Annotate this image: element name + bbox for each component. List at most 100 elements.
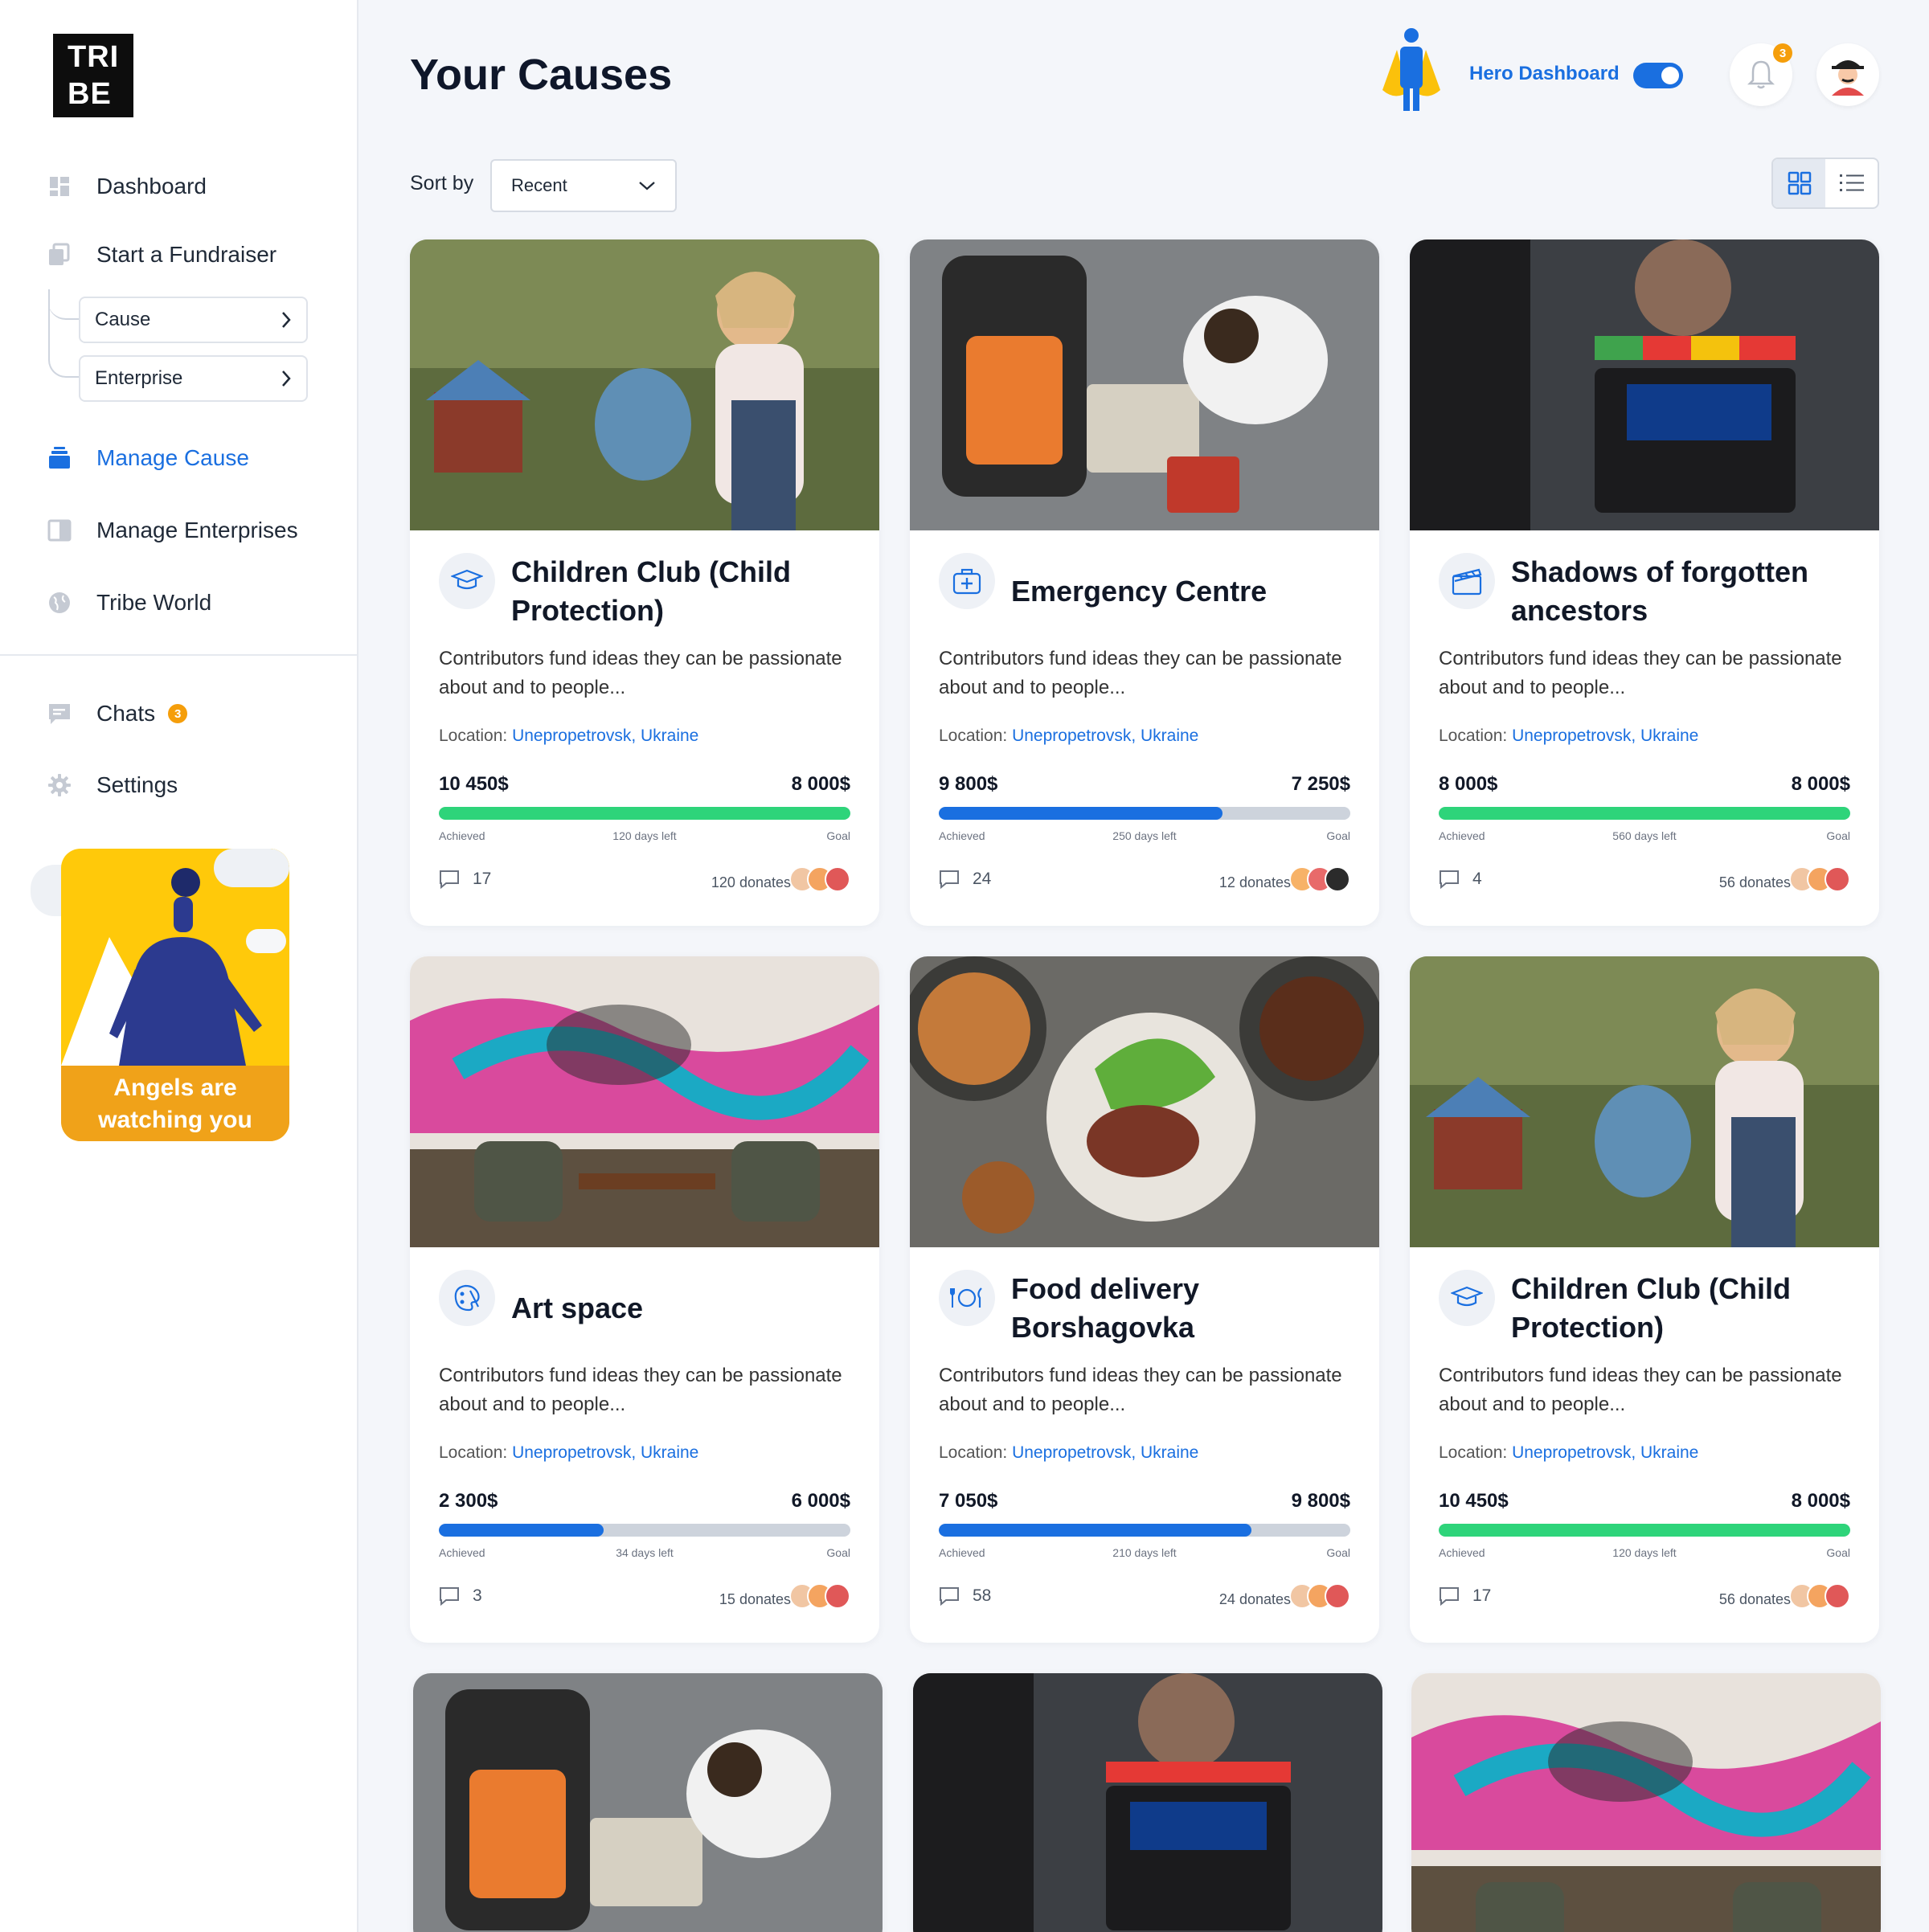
progress-bar (939, 1524, 1350, 1537)
dashboard-icon (47, 174, 72, 199)
location-label: Location: (939, 727, 1008, 745)
card-description: Contributors fund ideas they can be pass… (939, 648, 1342, 698)
card-title[interactable]: Children Club (Child Protection) (1511, 1268, 1857, 1349)
card-title[interactable]: Art space (511, 1268, 857, 1349)
cause-card[interactable]: Emergency Centre Contributors fund ideas … (910, 239, 1379, 926)
tribe-logo[interactable]: TRI BE (53, 34, 133, 117)
card-title[interactable]: Emergency Centre (1011, 551, 1357, 632)
donates-count: 15 donates (719, 1591, 791, 1607)
sidebar-item-dashboard[interactable]: Dashboard (47, 169, 207, 204)
angels-promo-card[interactable]: Angels are watching you (61, 849, 289, 1141)
comment-icon (440, 870, 459, 889)
progress-bar-fill (939, 807, 1223, 820)
card-location: Location: Unepropetrovsk, Ukraine (439, 1443, 698, 1463)
cause-card-partial[interactable] (913, 1673, 1382, 1932)
manage-cause-icon (47, 445, 72, 471)
grid-view-button[interactable] (1773, 159, 1825, 207)
location-label: Location: (1439, 1443, 1508, 1462)
progress-bar-fill (939, 1524, 1252, 1537)
cause-card-partial[interactable] (413, 1673, 883, 1932)
angels-promo-text: Angels are watching you (61, 1066, 289, 1141)
sidebar-item-label: Settings (96, 772, 178, 797)
globe-icon (47, 590, 72, 616)
comments-button[interactable]: 24 (939, 870, 991, 889)
location-link[interactable]: Unepropetrovsk, Ukraine (1012, 1443, 1198, 1462)
comment-icon (940, 1587, 959, 1606)
days-left: 34 days left (616, 1546, 674, 1559)
list-view-button[interactable] (1825, 159, 1878, 207)
card-title[interactable]: Food delivery Borshagovka (1011, 1268, 1357, 1349)
achieved-amount: 8 000$ (1439, 773, 1498, 795)
cause-card-partial[interactable] (1411, 1673, 1881, 1932)
sub-item-label: Cause (95, 309, 151, 330)
card-title[interactable]: Shadows of forgotten ancestors (1511, 551, 1857, 632)
goal-amount: 8 000$ (1791, 1490, 1850, 1512)
progress-bar-fill (439, 1524, 604, 1537)
location-link[interactable]: Unepropetrovsk, Ukraine (512, 1443, 698, 1462)
user-avatar-button[interactable] (1816, 43, 1879, 106)
goal-label: Goal (826, 829, 850, 842)
cause-card[interactable]: Shadows of forgotten ancestors Contributo… (1410, 239, 1879, 926)
logo-line-1: TRI (68, 40, 120, 74)
avatar (1825, 1583, 1850, 1609)
location-label: Location: (939, 1443, 1008, 1462)
progress-bar (439, 807, 850, 820)
comments-button[interactable]: 17 (439, 870, 491, 889)
sub-item-enterprise[interactable]: Enterprise (79, 355, 308, 402)
donates-count: 56 donates (1718, 1591, 1791, 1607)
list-icon (1839, 174, 1864, 191)
location-link[interactable]: Unepropetrovsk, Ukraine (1512, 1443, 1698, 1462)
comments-count: 4 (1472, 870, 1482, 888)
card-location: Location: Unepropetrovsk, Ukraine (1439, 1443, 1698, 1463)
sidebar-item-manage-enterprises[interactable]: Manage Enterprises (47, 513, 298, 548)
cause-card[interactable]: Children Club (Child Protection) Contribu… (1410, 956, 1879, 1643)
cutlery-icon (939, 1270, 995, 1326)
hero-dashboard-toggle[interactable] (1633, 63, 1683, 88)
hero-figure-icon (1382, 28, 1440, 111)
cause-card[interactable]: Children Club (Child Protection) Contribu… (410, 239, 879, 926)
donor-avatars (1789, 1583, 1850, 1609)
progress-bar (1439, 1524, 1850, 1537)
location-link[interactable]: Unepropetrovsk, Ukraine (512, 727, 698, 745)
goal-label: Goal (826, 1546, 850, 1559)
comments-button[interactable]: 17 (1439, 1586, 1491, 1606)
sub-item-cause[interactable]: Cause (79, 297, 308, 343)
comments-button[interactable]: 58 (939, 1586, 991, 1606)
cause-card[interactable]: Food delivery Borshagovka Contributors fu… (910, 956, 1379, 1643)
location-label: Location: (439, 727, 508, 745)
cause-card[interactable]: Art space Contributors fund ideas they ca… (410, 956, 879, 1643)
sort-select-value: Recent (511, 175, 567, 195)
progress-bar-fill (1439, 1524, 1850, 1537)
donates-count: 24 donates (1218, 1591, 1291, 1607)
sidebar-item-settings[interactable]: Settings (47, 767, 178, 803)
achieved-amount: 10 450$ (439, 773, 509, 795)
location-link[interactable]: Unepropetrovsk, Ukraine (1512, 727, 1698, 745)
goal-label: Goal (1326, 829, 1350, 842)
donor-avatars (1289, 866, 1350, 892)
chevron-down-icon (639, 182, 655, 190)
sidebar-item-tribe-world[interactable]: Tribe World (47, 585, 211, 620)
notifications-button[interactable]: 3 (1730, 43, 1792, 106)
comment-icon (1440, 870, 1459, 889)
sidebar-divider (0, 654, 357, 656)
comments-count: 17 (1472, 1586, 1492, 1605)
comments-count: 58 (973, 1586, 992, 1605)
progress-bar-fill (439, 807, 850, 820)
avatar (1825, 866, 1850, 892)
sidebar-item-chats[interactable]: Chats 3 (47, 696, 188, 731)
sidebar-item-manage-cause[interactable]: Manage Cause (47, 440, 249, 476)
sidebar-item-label: Manage Enterprises (96, 518, 298, 542)
comments-count: 17 (473, 870, 492, 888)
card-location: Location: Unepropetrovsk, Ukraine (939, 1443, 1198, 1463)
comments-button[interactable]: 3 (439, 1586, 482, 1606)
sidebar-item-label: Chats (96, 701, 156, 726)
sidebar-item-start-fundraiser[interactable]: Start a Fundraiser (47, 237, 276, 272)
goal-amount: 9 800$ (1291, 1490, 1350, 1512)
sort-select[interactable]: Recent (490, 159, 677, 212)
card-description: Contributors fund ideas they can be pass… (1439, 1365, 1842, 1415)
fundraiser-icon (47, 242, 72, 268)
achieved-amount: 7 050$ (939, 1490, 998, 1512)
location-link[interactable]: Unepropetrovsk, Ukraine (1012, 727, 1198, 745)
card-title[interactable]: Children Club (Child Protection) (511, 551, 857, 632)
comments-button[interactable]: 4 (1439, 870, 1482, 889)
